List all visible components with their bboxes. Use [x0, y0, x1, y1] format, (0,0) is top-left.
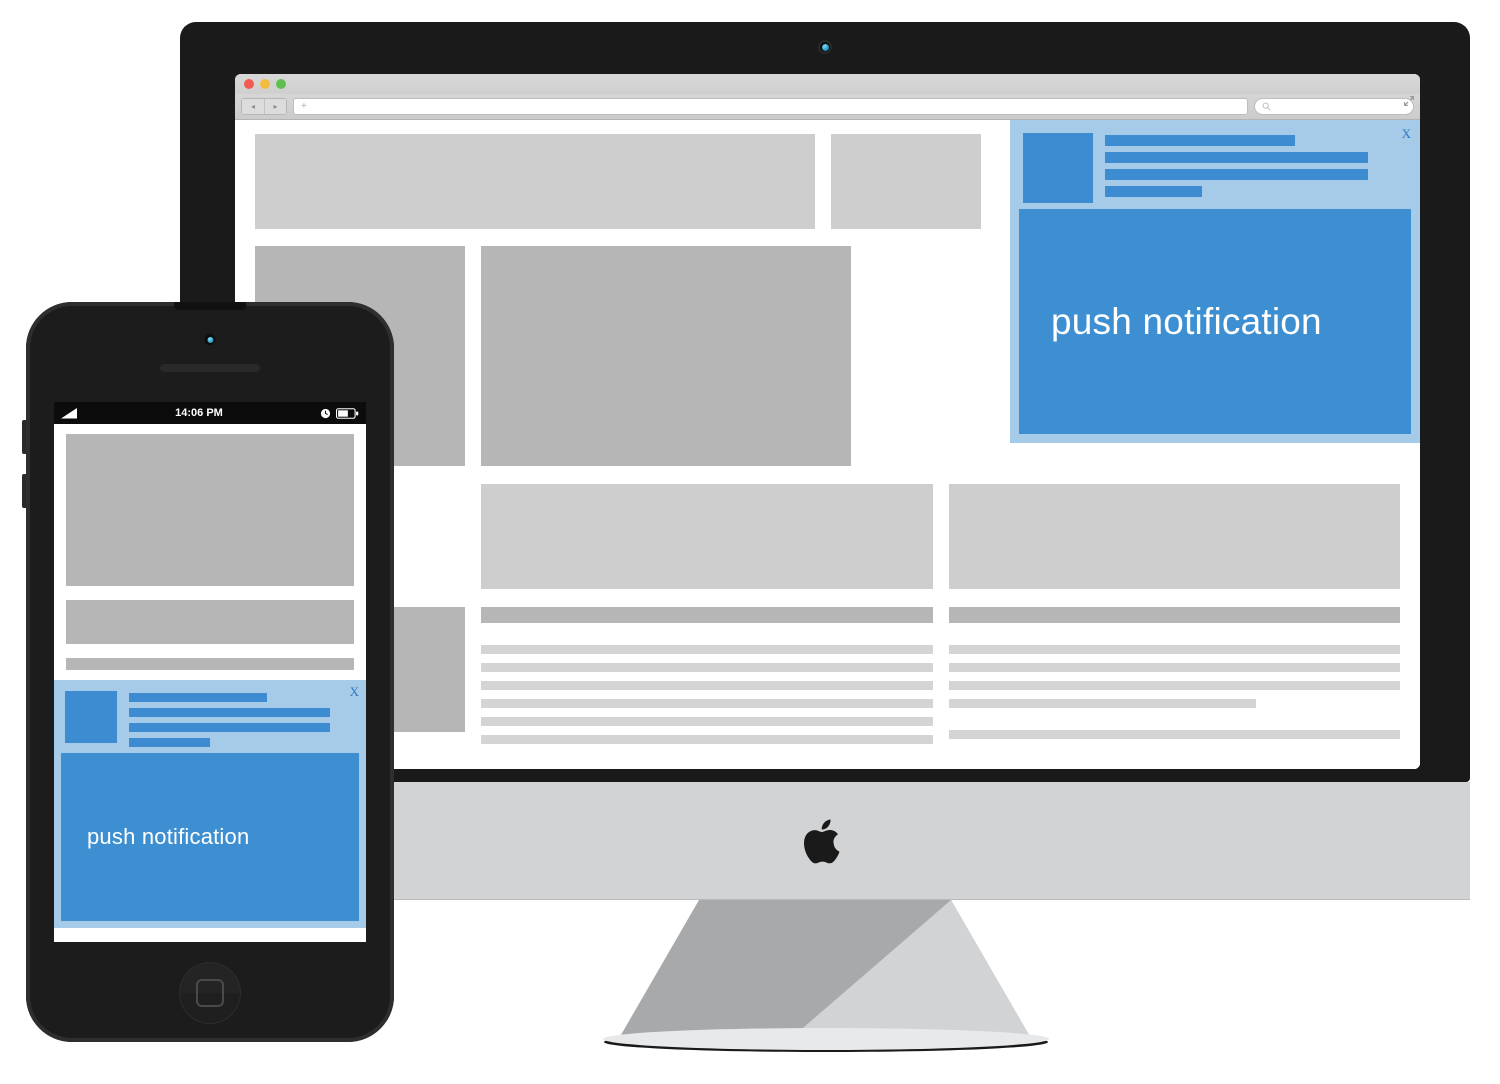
webpage-content: X push notification — [235, 120, 1420, 769]
notification-thumbnail — [1023, 133, 1093, 203]
imac-foot — [603, 1028, 1049, 1050]
iphone-top-notch — [174, 302, 246, 310]
close-window-button[interactable] — [244, 79, 254, 89]
status-bar-indicators — [320, 407, 359, 419]
text-line — [481, 735, 933, 744]
zoom-window-button[interactable] — [276, 79, 286, 89]
volume-up-button[interactable] — [22, 420, 26, 454]
center-feature-placeholder — [481, 246, 851, 466]
facetime-camera-icon — [818, 40, 832, 54]
hero-image-placeholder — [66, 434, 354, 586]
notification-text-lines — [129, 691, 355, 747]
scene: ◂ ▸ + X push notification 14:06 PM X pus… — [0, 0, 1500, 1084]
notification-body: push notification — [1019, 209, 1411, 434]
text-heading-placeholder — [481, 607, 933, 623]
text-heading-placeholder — [948, 607, 1400, 623]
secondary-banner-placeholder — [831, 134, 981, 229]
text-line — [481, 645, 933, 654]
notification-title: push notification — [87, 824, 250, 849]
alarm-clock-icon — [320, 408, 331, 418]
notification-line — [129, 723, 331, 732]
browser-titlebar — [235, 74, 1420, 94]
phone-page-content — [54, 424, 366, 680]
imac-screen: ◂ ▸ + X push notification — [235, 74, 1420, 769]
text-line — [481, 663, 933, 672]
notification-line — [1105, 135, 1296, 146]
iphone-device: 14:06 PM X push notification — [22, 302, 394, 1042]
notification-title: push notification — [1051, 300, 1322, 342]
browser-window: ◂ ▸ + X push notification — [235, 74, 1420, 769]
notification-header: X — [61, 685, 359, 753]
browser-toolbar: ◂ ▸ + — [235, 94, 1420, 120]
text-line — [948, 663, 1400, 672]
earpiece-speaker — [160, 364, 260, 372]
expand-icon[interactable] — [1403, 95, 1415, 107]
hero-banner-placeholder — [255, 134, 815, 229]
apple-logo — [804, 819, 840, 863]
search-input[interactable] — [1254, 98, 1414, 115]
notification-line — [129, 708, 331, 717]
notification-body: push notification — [61, 753, 359, 921]
battery-icon — [335, 407, 359, 419]
forward-icon[interactable]: ▸ — [264, 99, 286, 114]
notification-text-lines — [1105, 133, 1407, 203]
back-icon[interactable]: ◂ — [242, 99, 264, 114]
text-line — [948, 681, 1400, 690]
content-row-text — [255, 607, 1400, 753]
card-placeholder-2 — [948, 484, 1400, 589]
close-icon[interactable]: X — [1402, 127, 1411, 140]
notification-thumbnail — [65, 691, 117, 743]
front-camera-icon — [204, 334, 216, 345]
iphone-screen: 14:06 PM X push notification — [54, 402, 366, 942]
search-icon — [1262, 102, 1271, 111]
card-placeholder-1 — [481, 484, 933, 589]
content-row-cards — [255, 484, 1400, 589]
text-line — [481, 681, 933, 690]
subheading-placeholder — [66, 600, 354, 644]
push-notification-panel[interactable]: X push notification — [54, 680, 366, 928]
address-input[interactable]: + — [293, 98, 1248, 115]
navigation-buttons: ◂ ▸ — [241, 98, 287, 115]
text-column-right — [948, 607, 1400, 753]
home-button[interactable] — [179, 962, 241, 1024]
push-notification-panel[interactable]: X push notification — [1010, 120, 1420, 443]
text-line — [948, 730, 1400, 739]
close-icon[interactable]: X — [350, 685, 359, 698]
notification-line — [1105, 186, 1202, 197]
minimize-window-button[interactable] — [260, 79, 270, 89]
notification-line — [1105, 152, 1368, 163]
volume-down-button[interactable] — [22, 474, 26, 508]
notification-line — [129, 738, 211, 747]
phone-status-bar: 14:06 PM — [54, 402, 366, 424]
signal-triangle-icon — [61, 407, 77, 418]
text-line — [481, 717, 933, 726]
imac-stand — [600, 900, 1050, 1040]
caption-placeholder — [66, 658, 354, 670]
text-line — [948, 645, 1400, 654]
notification-line — [129, 693, 267, 702]
status-bar-time: 14:06 PM — [175, 407, 223, 419]
notification-line — [1105, 169, 1368, 180]
text-column-left — [481, 607, 933, 753]
text-line — [948, 699, 1256, 708]
notification-header: X — [1019, 127, 1411, 209]
text-line — [481, 699, 933, 708]
